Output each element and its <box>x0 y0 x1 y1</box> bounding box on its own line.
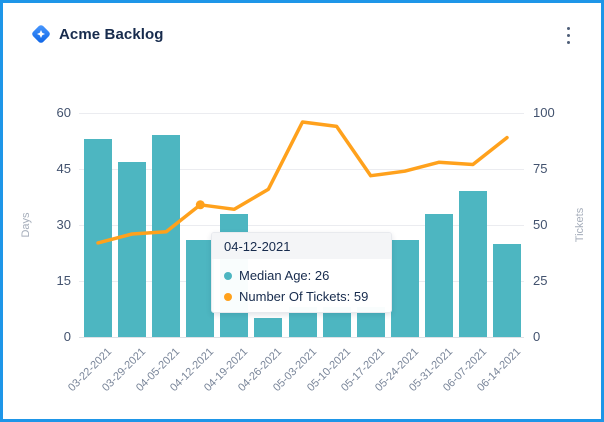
hovered-point-marker[interactable] <box>196 200 205 209</box>
bar-05-24-2021[interactable] <box>391 240 419 337</box>
left-axis-tick-45: 45 <box>37 161 71 176</box>
tooltip-date: 04-12-2021 <box>212 233 391 259</box>
bar-06-07-2021[interactable] <box>459 191 487 337</box>
right-axis-title: Tickets <box>574 195 588 255</box>
tooltip-body: Median Age: 26 Number Of Tickets: 59 <box>212 259 391 313</box>
right-axis-tick-0: 0 <box>533 329 573 344</box>
left-axis-tick-0: 0 <box>37 329 71 344</box>
left-axis-tick-60: 60 <box>37 105 71 120</box>
tooltip-median-age-text: Median Age: 26 <box>239 268 329 283</box>
tooltip-median-age-row: Median Age: 26 <box>224 265 379 286</box>
x-axis-label-03-22-2021: 03-22-2021 <box>0 346 114 422</box>
bar-04-26-2021[interactable] <box>254 318 282 337</box>
bar-05-31-2021[interactable] <box>425 214 453 337</box>
bar-04-05-2021[interactable] <box>152 135 180 337</box>
backlog-chart: 001525305045756010003-22-202103-29-20210… <box>3 3 601 419</box>
left-axis-tick-30: 30 <box>37 217 71 232</box>
gridline-60 <box>79 113 524 114</box>
chart-tooltip: 04-12-2021 Median Age: 26 Number Of Tick… <box>211 232 392 313</box>
right-axis-tick-75: 75 <box>533 161 573 176</box>
gridline-0 <box>79 337 524 338</box>
bar-06-14-2021[interactable] <box>493 244 521 337</box>
acme-backlog-widget: Acme Backlog 001525305045756010003-22-20… <box>0 0 604 422</box>
tooltip-tickets-row: Number Of Tickets: 59 <box>224 286 379 307</box>
tickets-dot-icon <box>224 293 232 301</box>
left-axis-title: Days <box>20 195 34 255</box>
right-axis-tick-25: 25 <box>533 273 573 288</box>
tooltip-tickets-text: Number Of Tickets: 59 <box>239 289 368 304</box>
left-axis-tick-15: 15 <box>37 273 71 288</box>
right-axis-tick-100: 100 <box>533 105 573 120</box>
median-age-dot-icon <box>224 272 232 280</box>
bar-03-29-2021[interactable] <box>118 162 146 337</box>
bar-03-22-2021[interactable] <box>84 139 112 337</box>
right-axis-tick-50: 50 <box>533 217 573 232</box>
